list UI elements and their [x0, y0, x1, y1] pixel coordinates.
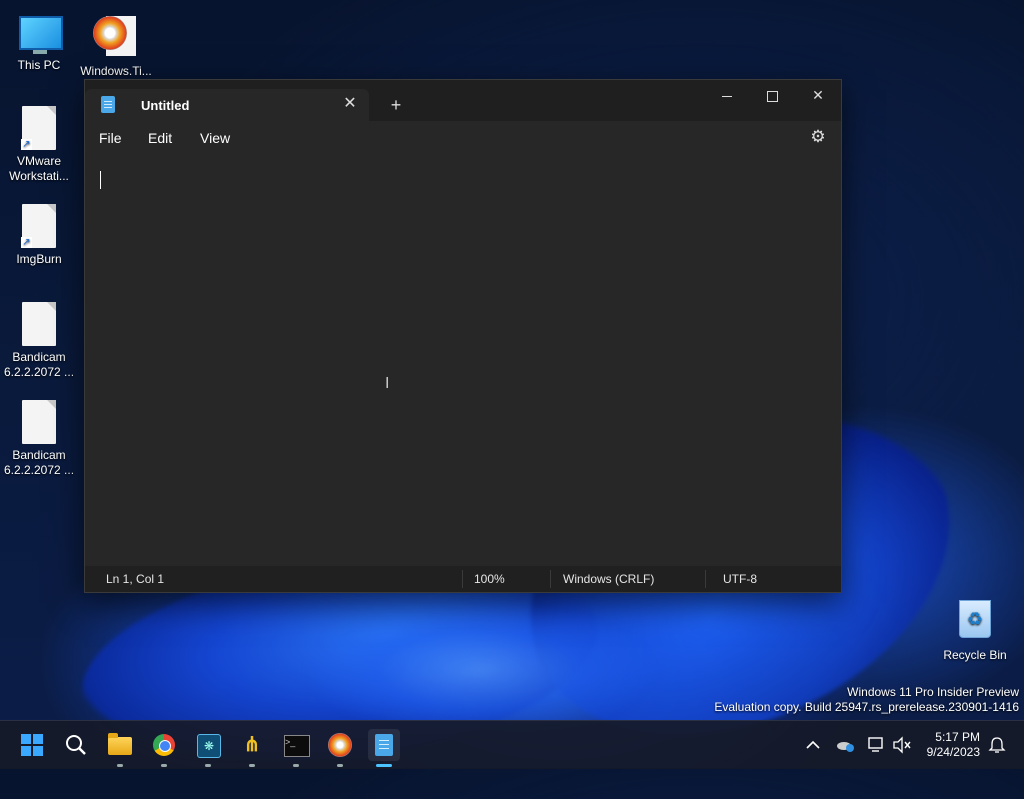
line-endings: Windows (CRLF)	[563, 572, 655, 586]
desktop-icon-bandicam-2[interactable]: Bandicam 6.2.2.2072 ...	[1, 400, 77, 478]
close-tab-icon[interactable]: ✕	[341, 94, 359, 114]
clock[interactable]: 5:17 PM 9/24/2023	[927, 730, 980, 760]
status-divider	[705, 570, 706, 588]
minimize-icon	[722, 95, 732, 97]
clock-date: 9/24/2023	[926, 745, 980, 759]
file-shortcut-icon: ↗	[19, 204, 59, 248]
desktop-icon-bandicam-1[interactable]: Bandicam 6.2.2.2072 ...	[1, 302, 77, 380]
minimize-button[interactable]	[704, 80, 750, 110]
new-tab-button[interactable]: +	[385, 94, 407, 116]
encoding: UTF-8	[723, 572, 757, 586]
search-icon[interactable]	[60, 729, 92, 761]
desktop-icon-label: Windows.Ti...	[80, 64, 152, 78]
desktop-icon-label: This PC	[17, 58, 61, 72]
recycle-bin-icon: ♻	[955, 600, 995, 644]
menu-file[interactable]: File	[99, 130, 122, 146]
disc-image-icon	[93, 16, 136, 60]
desktop-icon-label: ImgBurn	[16, 252, 62, 266]
desktop-icon-label: VMware Workstati...	[9, 154, 69, 183]
text-editor[interactable]: I	[85, 157, 841, 567]
network-icon[interactable]	[865, 733, 889, 757]
gear-icon[interactable]: ⚙	[809, 128, 827, 146]
desktop-icon-vmware[interactable]: ↗ VMware Workstati...	[1, 106, 77, 184]
status-divider	[550, 570, 551, 588]
notepad-icon	[101, 96, 115, 113]
menu-bar: File Edit View ⚙	[85, 121, 841, 157]
vscode-icon[interactable]: ❋	[192, 729, 224, 767]
notification-bell-icon[interactable]	[985, 733, 1009, 757]
text-caret	[100, 171, 101, 189]
desktop-icon-this-pc[interactable]: This PC	[1, 10, 77, 73]
mouse-cursor-ibeam: I	[385, 375, 390, 392]
status-divider	[462, 570, 463, 588]
onedrive-icon[interactable]	[833, 733, 857, 757]
notepad-taskbar-icon[interactable]	[368, 729, 400, 767]
chrome-icon[interactable]	[148, 729, 180, 767]
status-bar: Ln 1, Col 1 100% Windows (CRLF) UTF-8	[85, 566, 841, 592]
file-icon	[19, 302, 59, 346]
maximize-button[interactable]	[749, 80, 795, 110]
evaluation-watermark: Windows 11 Pro Insider Preview Evaluatio…	[714, 685, 1019, 715]
windows-start-icon[interactable]	[16, 729, 48, 761]
file-shortcut-icon: ↗	[19, 106, 59, 150]
menu-view[interactable]: View	[200, 130, 230, 146]
maximize-icon	[766, 90, 778, 102]
desktop-icon-label: Recycle Bin	[943, 648, 1007, 662]
menu-edit[interactable]: Edit	[148, 130, 172, 146]
close-window-button[interactable]: ✕	[795, 80, 841, 110]
zoom-level: 100%	[474, 572, 505, 586]
wallpaper-swirl	[300, 600, 660, 740]
chevron-up-icon[interactable]	[801, 733, 825, 757]
notepad-window: Untitled ✕ + ✕ File Edit View ⚙ I Ln 1, …	[84, 79, 842, 593]
desktop-icon-imgburn[interactable]: ↗ ImgBurn	[1, 204, 77, 267]
imgburn-icon[interactable]	[324, 729, 356, 767]
tab-untitled[interactable]: Untitled ✕	[85, 89, 369, 121]
app-icon[interactable]: ⋔	[236, 729, 268, 767]
title-bar[interactable]: Untitled ✕ + ✕	[85, 80, 841, 121]
watermark-line-1: Windows 11 Pro Insider Preview	[847, 685, 1019, 699]
taskbar: ❋ ⋔ >_ 5:17 PM 9/24/2023	[0, 720, 1024, 769]
file-icon	[19, 400, 59, 444]
clock-time: 5:17 PM	[935, 730, 980, 744]
tab-title: Untitled	[141, 98, 190, 113]
desktop-icon-label: Bandicam 6.2.2.2072 ...	[3, 448, 75, 477]
desktop-icon-label: Bandicam 6.2.2.2072 ...	[3, 350, 75, 379]
volume-muted-icon[interactable]	[890, 733, 914, 757]
computer-icon	[19, 10, 63, 54]
terminal-icon[interactable]: >_	[280, 729, 312, 767]
watermark-line-2: Evaluation copy. Build 25947.rs_prerelea…	[714, 700, 1019, 714]
desktop-icon-recycle-bin[interactable]: ♻ Recycle Bin	[937, 596, 1013, 663]
desktop-icon-windows-iso[interactable]: Windows.Ti...	[78, 10, 154, 79]
cursor-position: Ln 1, Col 1	[106, 572, 165, 586]
file-explorer-icon[interactable]	[104, 729, 136, 767]
